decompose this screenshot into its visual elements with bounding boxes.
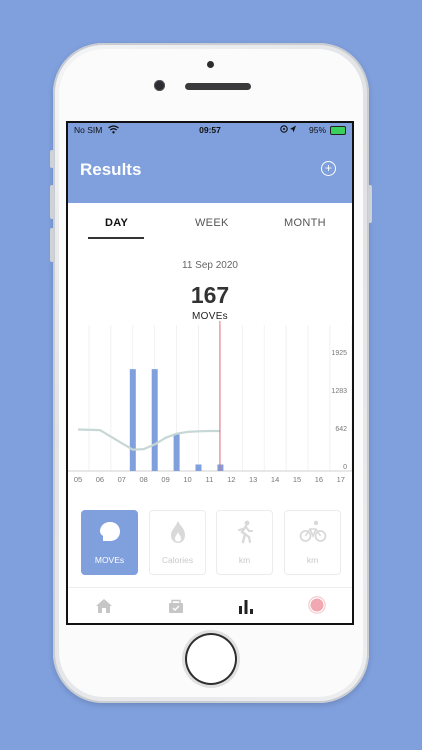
front-camera	[154, 80, 165, 91]
y-tick-label: 642	[335, 426, 347, 433]
walker-icon	[217, 519, 272, 550]
x-tick-label: 07	[118, 475, 126, 484]
x-tick-label: 08	[140, 475, 148, 484]
metric-tiles: MOVEs Calories km km	[68, 510, 352, 580]
nav-record[interactable]	[308, 596, 326, 619]
power-button	[368, 185, 372, 223]
x-tick-label: 10	[183, 475, 191, 484]
x-tick-label: 14	[271, 475, 279, 484]
plus-icon: +	[324, 161, 332, 175]
bar-chart-icon	[237, 600, 255, 618]
y-tick-label: 1925	[331, 350, 347, 357]
x-tick-label: 06	[96, 475, 104, 484]
tab-week[interactable]: WEEK	[195, 217, 229, 229]
chart-bar	[151, 369, 158, 471]
chart-bar	[129, 369, 136, 471]
x-tick-label: 12	[227, 475, 235, 484]
app-screen: No SIM 09:57 95% Results + DAY WEEK MONT…	[66, 121, 354, 625]
chart-bar	[173, 434, 180, 471]
status-bar: No SIM 09:57 95%	[68, 123, 352, 137]
metric-tile-walk-km[interactable]: km	[216, 510, 273, 575]
selected-date: 11 Sep 2020	[182, 260, 238, 271]
x-tick-label: 15	[293, 475, 301, 484]
chart-bar	[195, 464, 202, 471]
volume-down-button	[50, 228, 54, 262]
location-icon	[280, 124, 298, 136]
moves-bar-chart[interactable]: 0 642 1283 1925 05 06 07 08 09 10 11 12 13 14 15 16 17	[68, 321, 352, 491]
nav-basket[interactable]	[167, 598, 185, 619]
mute-switch	[50, 150, 54, 168]
active-tab-indicator	[88, 237, 144, 239]
x-tick-label: 05	[74, 475, 82, 484]
x-tick-label: 17	[337, 475, 345, 484]
tab-month[interactable]: MONTH	[284, 217, 326, 229]
app-header: Results +	[68, 137, 352, 203]
home-button[interactable]	[185, 633, 237, 685]
y-tick-label: 0	[343, 464, 347, 471]
metric-label: km	[306, 555, 319, 565]
home-icon	[95, 599, 113, 618]
y-tick-label: 1283	[331, 388, 347, 395]
flame-icon	[150, 519, 205, 550]
basket-icon	[167, 599, 185, 618]
moves-value: 167	[190, 282, 230, 308]
battery-icon	[330, 126, 346, 135]
nav-home[interactable]	[95, 598, 113, 619]
bottom-tab-bar	[68, 587, 352, 623]
x-tick-label: 11	[206, 475, 214, 484]
sensor-dot	[207, 61, 214, 68]
bicycle-icon	[285, 519, 340, 550]
tab-day[interactable]: DAY	[105, 217, 128, 229]
period-tabs: DAY WEEK MONTH	[68, 205, 352, 241]
metric-tile-bike-km[interactable]: km	[284, 510, 341, 575]
earpiece-speaker	[185, 83, 251, 90]
page-title: Results	[80, 160, 142, 179]
x-tick-label: 09	[161, 475, 169, 484]
add-button[interactable]: +	[321, 161, 336, 176]
x-tick-label: 13	[249, 475, 257, 484]
metric-label: km	[238, 555, 251, 565]
x-tick-label: 16	[315, 475, 323, 484]
volume-up-button	[50, 185, 54, 219]
record-icon	[308, 596, 326, 618]
chat-bubble-icon	[82, 519, 137, 550]
battery-percent: 95%	[308, 125, 326, 135]
metric-label: Calories	[161, 555, 194, 565]
metric-label: MOVEs	[94, 555, 125, 565]
nav-results[interactable]	[237, 598, 255, 619]
metric-tile-moves[interactable]: MOVEs	[81, 510, 138, 575]
metric-tile-calories[interactable]: Calories	[149, 510, 206, 575]
trend-line	[78, 428, 221, 451]
